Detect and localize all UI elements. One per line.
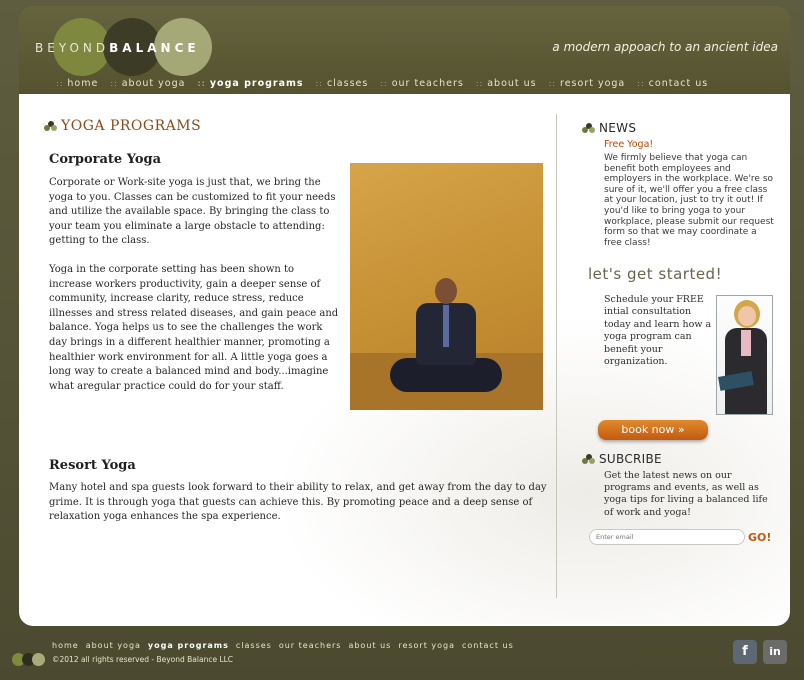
nav-yoga-programs[interactable]: :: yoga programs	[197, 78, 303, 92]
subscribe-text: Get the latest news on our programs and …	[604, 470, 768, 518]
logo-text: BEYONDBALANCE	[35, 41, 200, 55]
photo-tie	[443, 305, 449, 347]
content-panel: YOGA PROGRAMS Corporate Yoga Corporate o…	[19, 94, 790, 626]
news-subtitle: Free Yoga!	[604, 139, 654, 150]
leaf-icon	[582, 123, 595, 133]
go-button[interactable]: GO!	[748, 531, 771, 544]
footer-link-about-us[interactable]: about us	[348, 641, 391, 650]
footer-link-classes[interactable]: classes	[236, 641, 272, 650]
email-input[interactable]	[589, 529, 745, 545]
linkedin-icon[interactable]: in	[763, 640, 787, 664]
corporate-yoga-paragraph-2: Yoga in the corporate setting has been s…	[49, 264, 339, 392]
photo-head	[435, 278, 457, 304]
footer-link-yoga-programs[interactable]: yoga programs	[148, 641, 229, 650]
copyright-text: ©2012 all rights reserved - Beyond Balan…	[52, 655, 234, 664]
footer-link-resort-yoga[interactable]: resort yoga	[398, 641, 455, 650]
nav-bullet-icon: ::	[637, 79, 645, 88]
nav-about-us[interactable]: :: about us	[476, 78, 537, 92]
businesswoman-photo	[716, 295, 773, 415]
facebook-icon[interactable]: f	[733, 640, 757, 664]
column-divider	[556, 114, 557, 598]
book-now-button[interactable]: book now »	[598, 420, 708, 440]
site-logo[interactable]: BEYONDBALANCE	[31, 18, 271, 76]
lets-get-started-heading: let's get started!	[588, 265, 723, 283]
nav-bullet-icon: ::	[380, 79, 388, 88]
footer-link-our-teachers[interactable]: our teachers	[279, 641, 342, 650]
resort-yoga-paragraph: Many hotel and spa guests look forward t…	[49, 482, 547, 523]
subscribe-title: SUBCRIBE	[582, 452, 662, 466]
footer-nav: home about yoga yoga programs classes ou…	[52, 641, 521, 650]
photo-blouse	[741, 330, 751, 356]
resort-yoga-heading: Resort Yoga	[49, 458, 136, 473]
nav-bullet-icon: ::	[315, 79, 323, 88]
footer-link-about-yoga[interactable]: about yoga	[86, 641, 141, 650]
consultation-text: Schedule your FREE intial consultation t…	[604, 294, 712, 368]
corporate-yoga-heading: Corporate Yoga	[49, 152, 162, 167]
main-nav: :: home :: about yoga :: yoga programs :: cl…	[56, 78, 720, 92]
meditating-businessman-photo	[350, 163, 543, 410]
nav-bullet-icon: ::	[56, 79, 64, 88]
nav-bullet-icon: ::	[110, 79, 118, 88]
nav-contact-us[interactable]: :: contact us	[637, 78, 708, 92]
nav-bullet-icon: ::	[197, 79, 206, 88]
page-title: YOGA PROGRAMS	[44, 118, 201, 134]
nav-home[interactable]: :: home	[56, 78, 98, 92]
nav-bullet-icon: ::	[548, 79, 557, 88]
news-text: We firmly believe that yoga can benefit …	[604, 153, 774, 248]
nav-bullet-icon: ::	[475, 79, 484, 88]
leaf-icon	[582, 454, 595, 464]
site-header: BEYONDBALANCE a modern appoach to an anc…	[19, 6, 790, 94]
site-tagline: a modern appoach to an ancient idea	[552, 40, 778, 54]
nav-classes[interactable]: :: classes	[316, 78, 369, 92]
leaf-icon	[44, 121, 57, 131]
corporate-yoga-paragraph-1: Corporate or Work-site yoga is just that…	[49, 177, 336, 247]
footer-link-contact-us[interactable]: contact us	[462, 641, 514, 650]
nav-resort-yoga[interactable]: :: resort yoga	[549, 78, 626, 92]
footer-link-home[interactable]: home	[52, 641, 79, 650]
news-title: NEWS	[582, 121, 636, 135]
nav-about-yoga[interactable]: :: about yoga	[110, 78, 185, 92]
photo-face	[738, 306, 756, 326]
footer-logo[interactable]	[12, 644, 45, 668]
nav-our-teachers[interactable]: :: our teachers	[380, 78, 464, 92]
